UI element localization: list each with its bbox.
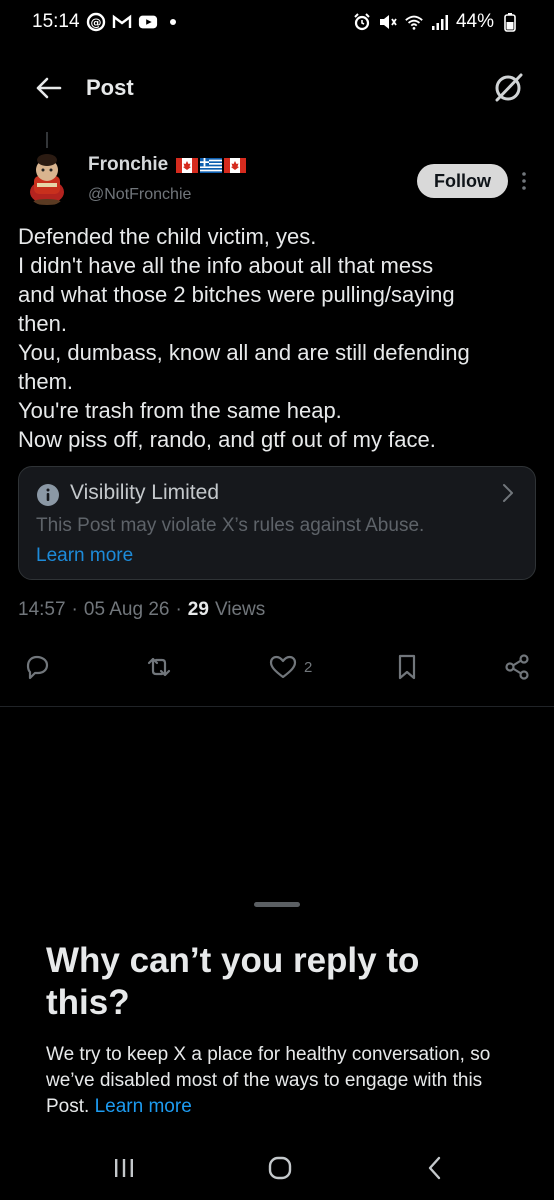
canada-flag-icon — [224, 157, 247, 173]
grok-button[interactable] — [490, 70, 526, 106]
gmail-icon — [112, 12, 132, 32]
views-label: Views — [214, 599, 266, 620]
status-time: 15:14 — [32, 11, 80, 32]
avatar[interactable] — [22, 150, 72, 206]
name-row: Fronchie — [88, 154, 247, 176]
display-name[interactable]: Fronchie — [88, 154, 168, 176]
post-line: them. — [18, 369, 74, 394]
more-options-button[interactable] — [518, 170, 530, 192]
notification-dot — [169, 19, 176, 25]
divider — [0, 706, 554, 707]
post-line: You, dumbass, know all and are still def… — [18, 340, 470, 365]
home-button[interactable] — [260, 1150, 300, 1186]
post-line: then. — [18, 311, 67, 336]
thread-connector — [46, 132, 48, 148]
meta-separator: · — [175, 599, 182, 620]
bookmark-button[interactable] — [392, 648, 422, 686]
sheet-title: Why can’t you reply to this? — [46, 941, 420, 1022]
post-text: Defended the child victim, yes. I didn't… — [18, 222, 538, 454]
top-bar: Post — [0, 58, 554, 118]
arrow-left-icon — [36, 77, 62, 99]
visibility-description: This Post may violate X’s rules against … — [36, 515, 425, 536]
chevron-right-icon — [503, 484, 513, 502]
sheet-body: We try to keep X a place for healthy con… — [46, 1042, 516, 1120]
like-count: 2 — [304, 658, 313, 676]
wifi-icon — [404, 12, 424, 32]
post-line: Defended the child victim, yes. — [18, 224, 317, 249]
reply-button[interactable] — [22, 648, 52, 686]
bottom-sheet: Why can’t you reply to this? We try to k… — [0, 886, 554, 1136]
alarm-icon — [352, 12, 372, 32]
heart-icon — [269, 655, 297, 679]
back-nav-button[interactable] — [414, 1150, 454, 1186]
bookmark-icon — [398, 654, 416, 680]
chevron-left-icon — [428, 1156, 441, 1180]
visibility-title: Visibility Limited — [70, 481, 219, 504]
status-left: 15:14 @ — [32, 11, 176, 33]
views-count[interactable]: 29 — [188, 599, 209, 621]
repost-icon — [147, 657, 171, 677]
more-vertical-icon — [522, 172, 526, 190]
info-icon — [37, 484, 59, 506]
status-bar: 15:14 @ 44% — [0, 0, 554, 44]
youtube-icon — [138, 12, 158, 32]
system-nav-bar — [0, 1136, 554, 1200]
share-button[interactable] — [502, 648, 532, 686]
post-meta: 14:57 · 05 Aug 26 · 29 Views — [18, 599, 265, 621]
visibility-limited-card[interactable]: Visibility Limited This Post may violate… — [18, 466, 536, 580]
follow-button[interactable]: Follow — [417, 164, 508, 198]
share-icon — [505, 654, 529, 680]
status-right: 44% — [352, 11, 520, 33]
post-line: You're trash from the same heap. — [18, 398, 342, 423]
svg-text:@: @ — [90, 16, 101, 29]
recents-button[interactable] — [104, 1150, 144, 1186]
battery-percent: 44% — [455, 11, 494, 32]
post-line: I didn't have all the info about all tha… — [18, 253, 434, 278]
action-bar: 2 — [0, 648, 554, 688]
signal-icon — [430, 12, 450, 32]
greece-flag-icon — [200, 157, 223, 173]
battery-icon — [500, 12, 520, 32]
sheet-drag-handle[interactable] — [254, 902, 300, 907]
repost-button[interactable] — [144, 648, 174, 686]
post-author: Fronchie @NotFronchie Follow — [22, 150, 536, 210]
recents-icon — [115, 1159, 133, 1177]
home-icon — [268, 1156, 292, 1180]
like-button[interactable]: 2 — [268, 648, 312, 686]
back-button[interactable] — [30, 70, 66, 106]
grok-icon — [495, 73, 523, 102]
mute-icon — [378, 12, 398, 32]
post-line: and what those 2 bitches were pulling/sa… — [18, 282, 455, 307]
learn-more-link[interactable]: Learn more — [95, 1096, 192, 1117]
learn-more-link[interactable]: Learn more — [36, 545, 133, 567]
user-handle[interactable]: @NotFronchie — [88, 186, 191, 204]
flag-emojis — [176, 157, 247, 173]
canada-flag-icon — [176, 157, 199, 173]
post-line: Now piss off, rando, and gtf out of my f… — [18, 427, 436, 452]
post-time: 14:57 — [18, 599, 66, 620]
meta-separator: · — [71, 599, 78, 620]
post-date: 05 Aug 26 — [83, 599, 170, 620]
reply-icon — [26, 655, 49, 680]
page-title: Post — [86, 75, 134, 100]
threads-icon: @ — [86, 12, 106, 32]
